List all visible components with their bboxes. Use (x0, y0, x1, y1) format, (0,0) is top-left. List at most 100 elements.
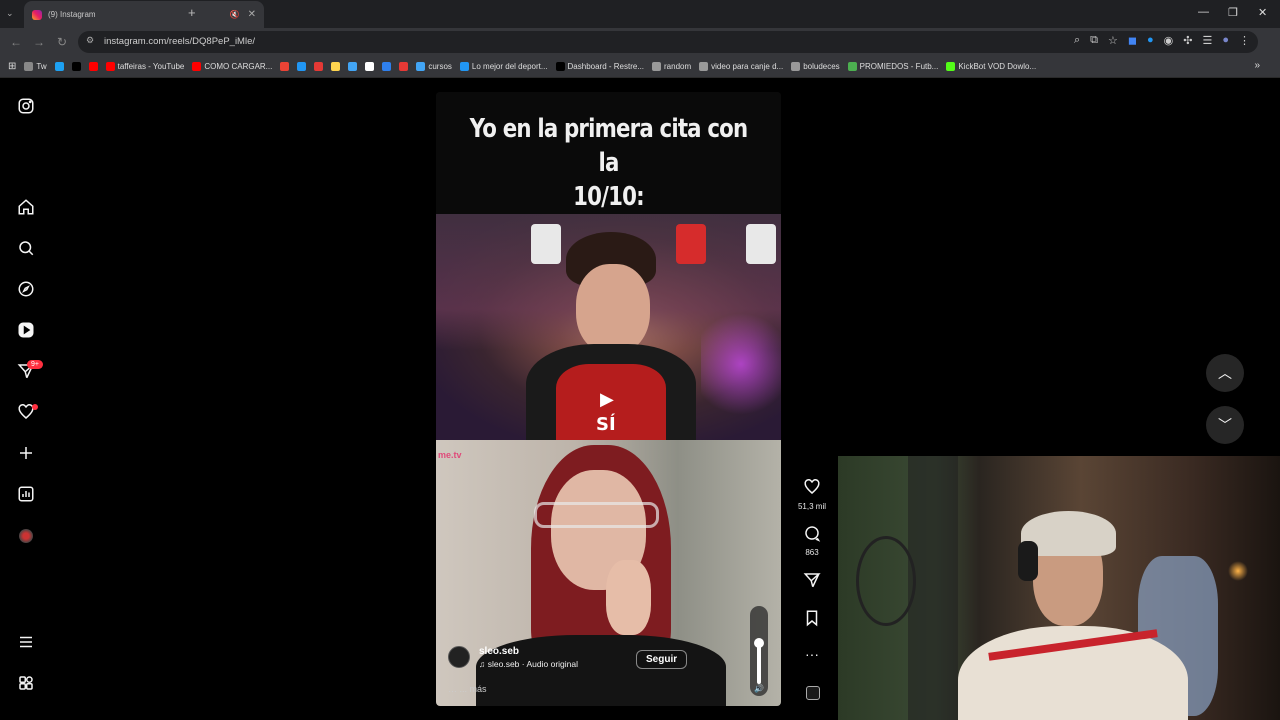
author-username[interactable]: sleo.seb (479, 646, 519, 657)
video-top-clip: ▶ SÍ (436, 214, 781, 444)
more-caption-text: ... más (459, 684, 487, 694)
chrome-menu-icon[interactable]: ⋮ (1239, 34, 1250, 47)
bookmark-star-icon[interactable]: ☆ (1108, 34, 1118, 47)
bookmark-item[interactable]: boludeces (791, 62, 840, 71)
bookmark-item[interactable] (297, 62, 307, 71)
bookmark-item[interactable] (365, 62, 375, 71)
bookmark-item[interactable]: COMO CARGAR... (192, 62, 272, 71)
more-bookmarks-icon[interactable]: » (1254, 60, 1260, 71)
bookmark-item[interactable] (71, 62, 81, 71)
comment-button[interactable]: 863 (797, 524, 827, 557)
video-overlay-text: SÍ (596, 414, 616, 435)
zoom-icon[interactable]: ⌕ (1074, 34, 1080, 47)
sidebar: 9+ (0, 78, 52, 720)
comments-count: 863 (805, 548, 819, 557)
reel-video[interactable]: Yo en la primera cita con la 10/10: ▶ SÍ… (436, 92, 781, 706)
tab-title: (9) Instagram (48, 10, 96, 19)
bookmark-item[interactable] (331, 62, 341, 71)
bookmark-item[interactable] (280, 62, 290, 71)
forward-icon[interactable]: → (33, 35, 45, 49)
bookmark-item[interactable] (348, 62, 358, 71)
bookmark-item[interactable] (88, 62, 98, 71)
volume-knob[interactable] (754, 638, 764, 648)
grid-icon[interactable] (16, 673, 36, 693)
search-icon[interactable] (16, 238, 36, 258)
profile-avatar[interactable] (16, 526, 36, 546)
share-button[interactable] (797, 571, 827, 594)
bookmark-favicon-icon (280, 62, 290, 71)
tab-list-icon[interactable]: ☰ (1202, 34, 1212, 47)
bookmark-label: boludeces (803, 62, 840, 71)
more-caption-link[interactable]: … ... más (448, 684, 487, 694)
audio-thumbnail[interactable] (806, 686, 820, 700)
fan-image (856, 536, 916, 626)
back-icon[interactable]: ← (10, 35, 22, 49)
bookmark-label: cursos (428, 62, 452, 71)
bookmark-item[interactable]: Dashboard - Restre... (555, 62, 644, 71)
webcam-overlay (838, 456, 1280, 720)
bookmark-item[interactable]: video para canje d... (699, 62, 783, 71)
follow-button[interactable]: Seguir (636, 650, 688, 669)
volume-slider[interactable]: 🔊 (750, 606, 768, 696)
extension-blue-icon[interactable]: ● (1147, 34, 1154, 47)
window-close-icon[interactable]: ✕ (1258, 6, 1267, 19)
tab-close-icon[interactable]: ✕ (248, 9, 256, 20)
bookmark-item[interactable] (382, 62, 392, 71)
bookmark-item[interactable]: Tw (24, 62, 47, 71)
tab-mute-icon[interactable]: 🔇 (230, 10, 240, 19)
previous-reel-button[interactable]: ︿ (1206, 354, 1244, 392)
bookmark-item[interactable]: Lo mejor del deport... (459, 62, 548, 71)
bookmark-favicon-icon (88, 62, 98, 71)
bookmark-item[interactable]: KickBot VOD Dowlo... (946, 62, 1036, 71)
bookmark-item[interactable]: cursos (416, 62, 452, 71)
restore-icon[interactable]: ❐ (1228, 6, 1238, 19)
bookmark-favicon-icon (382, 62, 392, 71)
compass-icon[interactable] (16, 279, 36, 299)
new-tab-button[interactable]: + (188, 5, 196, 20)
instagram-logo-icon[interactable] (16, 96, 36, 116)
profile-avatar-icon[interactable]: ● (1222, 34, 1229, 47)
save-button[interactable] (797, 609, 827, 632)
minimize-icon[interactable]: — (1198, 6, 1209, 18)
bookmark-favicon-icon (555, 62, 565, 71)
url-field[interactable]: ⚙ instagram.com/reels/DQ8PeP_iMle/ ⌕ ⧉ ☆… (78, 31, 1258, 53)
bookmark-item[interactable]: taffeiras - YouTube (105, 62, 185, 71)
bookmark-favicon-icon (399, 62, 409, 71)
play-icon[interactable]: ▶ (600, 389, 614, 410)
next-reel-button[interactable]: ﹀ (1206, 406, 1244, 444)
reels-icon[interactable] (16, 320, 36, 340)
extension-translate-icon[interactable]: ◼ (1128, 34, 1137, 47)
plus-icon[interactable] (16, 443, 36, 463)
dashboard-icon[interactable] (16, 484, 36, 504)
bookmark-item[interactable] (54, 62, 64, 71)
bookmark-label: taffeiras - YouTube (117, 62, 185, 71)
bookmark-label: PROMIEDOS - Futb... (859, 62, 939, 71)
site-info-icon[interactable]: ⚙ (86, 35, 94, 46)
bookmark-favicon-icon (348, 62, 358, 71)
menu-icon[interactable] (16, 632, 36, 652)
bookmark-item[interactable] (399, 62, 409, 71)
bookmark-item[interactable] (314, 62, 324, 71)
home-icon[interactable] (16, 197, 36, 217)
bookmark-item[interactable]: random (652, 62, 691, 71)
browser-tab[interactable]: (9) Instagram 🔇 ✕ (24, 1, 264, 28)
audio-label[interactable]: ♫ sleo.seb · Audio original (479, 659, 578, 669)
extensions-puzzle-icon[interactable]: ✣ (1183, 34, 1192, 47)
bookmark-item[interactable]: PROMIEDOS - Futb... (847, 62, 939, 71)
volume-icon[interactable]: 🔊 (754, 684, 764, 693)
tab-search-dropdown-icon[interactable]: ⌄ (6, 8, 14, 19)
reload-icon[interactable]: ↻ (57, 35, 67, 49)
bookmark-favicon-icon (54, 62, 64, 71)
install-icon[interactable]: ⧉ (1090, 34, 1098, 47)
chevron-up-icon: ︿ (1218, 365, 1232, 381)
author-avatar[interactable] (448, 646, 470, 668)
bookmark-favicon-icon (652, 62, 662, 71)
more-options-icon[interactable]: ··· (797, 646, 827, 662)
bookmark-favicon-icon (365, 62, 375, 71)
bookmark-favicon-icon (459, 62, 469, 71)
like-button[interactable]: 51,3 mil (797, 478, 827, 511)
notification-dot (32, 404, 38, 410)
apps-icon[interactable]: ⊞ (8, 61, 16, 72)
extension-gray-icon[interactable]: ◉ (1164, 34, 1174, 47)
messages-badge: 9+ (27, 360, 43, 369)
